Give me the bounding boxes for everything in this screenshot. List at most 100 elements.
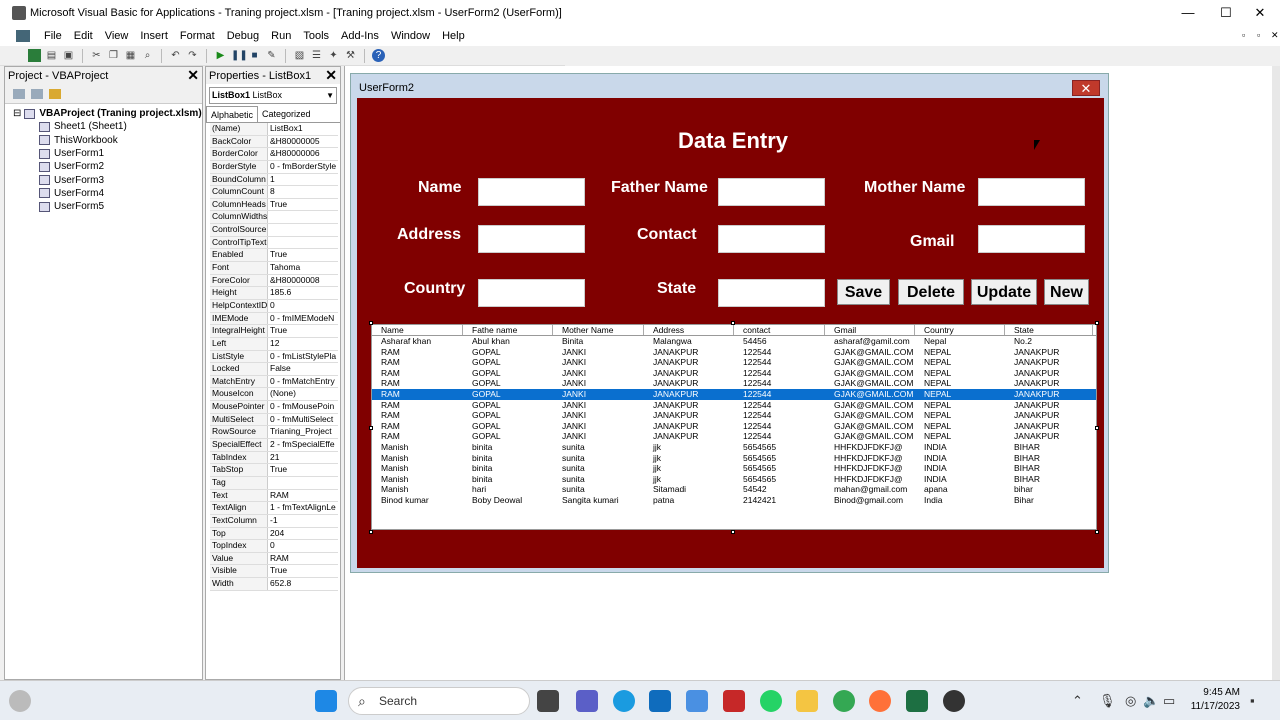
teams-icon[interactable] bbox=[576, 690, 598, 712]
state-field[interactable] bbox=[718, 279, 825, 307]
list-row[interactable]: RAM GOPAL JANKI JANAKPUR 122544 GJAK@GMAIL.CO… bbox=[372, 388, 1096, 400]
find-icon[interactable]: ⌕ bbox=[141, 49, 154, 62]
menu-run[interactable]: Run bbox=[265, 30, 297, 42]
property-value[interactable]: (None) bbox=[268, 388, 338, 400]
update-button[interactable]: Update bbox=[971, 279, 1037, 305]
tree-item[interactable]: UserForm1 bbox=[13, 147, 202, 160]
start-icon[interactable] bbox=[315, 690, 337, 712]
project-explorer-close-icon[interactable]: ✕ bbox=[187, 67, 199, 84]
property-value[interactable]: RAM bbox=[268, 553, 338, 565]
app-icon[interactable] bbox=[686, 690, 708, 712]
toolbox-icon[interactable]: ⚒ bbox=[344, 49, 357, 62]
microphone-icon[interactable]: 🎙 bbox=[1099, 693, 1116, 709]
property-row[interactable]: Width 652.8 bbox=[210, 578, 338, 591]
property-row[interactable]: Top 204 bbox=[210, 527, 338, 541]
excel-view-icon[interactable] bbox=[28, 49, 41, 62]
property-value[interactable]: 0 bbox=[268, 300, 338, 312]
list-row[interactable]: Manish binita sunita jjk 5654565 HHFKDJFDKFJ@… bbox=[372, 474, 1096, 485]
contact-field[interactable] bbox=[718, 225, 825, 253]
property-value[interactable]: True bbox=[268, 325, 338, 337]
property-row[interactable]: ControlSource bbox=[210, 224, 338, 237]
close-button[interactable]: ✕ bbox=[1240, 0, 1280, 26]
resize-handle[interactable] bbox=[369, 426, 373, 430]
property-row[interactable]: Enabled True bbox=[210, 249, 338, 263]
property-row[interactable]: TabIndex 21 bbox=[210, 451, 338, 465]
chevron-down-icon[interactable]: ▼ bbox=[326, 88, 334, 103]
property-row[interactable]: Visible True bbox=[210, 565, 338, 579]
paste-icon[interactable]: ▦ bbox=[124, 49, 137, 62]
run-icon[interactable]: ▶ bbox=[214, 49, 227, 62]
property-row[interactable]: (Name) ListBox1 bbox=[210, 123, 338, 136]
property-row[interactable]: ColumnHeads True bbox=[210, 198, 338, 212]
property-value[interactable] bbox=[268, 237, 338, 249]
clock[interactable]: 9:45 AM 11/17/2023 bbox=[1191, 686, 1240, 714]
edge-icon[interactable] bbox=[613, 690, 635, 712]
property-value[interactable]: ListBox1 bbox=[268, 123, 338, 135]
menu-tools[interactable]: Tools bbox=[297, 30, 335, 42]
tree-item[interactable]: UserForm2 bbox=[13, 160, 202, 173]
list-row[interactable]: RAM GOPAL JANKI JANAKPUR 122544 GJAK@GMAIL.CO… bbox=[372, 421, 1096, 432]
property-row[interactable]: BorderStyle 0 - fmBorderStyle bbox=[210, 160, 338, 174]
property-value[interactable]: 204 bbox=[268, 528, 338, 540]
resize-handle[interactable] bbox=[369, 530, 373, 534]
userform-close-button[interactable]: ✕ bbox=[1072, 80, 1100, 96]
property-value[interactable]: 0 - fmListStylePla bbox=[268, 351, 338, 363]
new-button[interactable]: New bbox=[1044, 279, 1089, 305]
property-value[interactable]: &H80000006 bbox=[268, 148, 338, 160]
mdi-minimize-icon[interactable]: ▫ bbox=[1242, 30, 1245, 40]
data-listbox[interactable]: Name Fathe name Mother Name Address contact G… bbox=[371, 324, 1097, 530]
property-value[interactable]: 8 bbox=[268, 186, 338, 198]
resize-handle[interactable] bbox=[731, 530, 735, 534]
property-value[interactable]: 1 bbox=[268, 174, 338, 186]
view-object-icon[interactable] bbox=[31, 88, 43, 99]
widgets-icon[interactable] bbox=[9, 690, 31, 712]
property-row[interactable]: BorderColor &H80000006 bbox=[210, 148, 338, 161]
property-value[interactable]: True bbox=[268, 565, 338, 577]
property-value[interactable]: 0 - fmBorderStyle bbox=[268, 161, 338, 173]
mother-name-field[interactable] bbox=[978, 178, 1085, 206]
tree-item[interactable]: ThisWorkbook bbox=[13, 134, 202, 147]
list-row[interactable]: Binod kumar Boby Deowal Sangita kumari patn… bbox=[372, 495, 1096, 506]
address-field[interactable] bbox=[478, 225, 585, 253]
property-row[interactable]: ControlTipText bbox=[210, 236, 338, 250]
tree-item[interactable]: UserForm4 bbox=[13, 187, 202, 200]
delete-button[interactable]: Delete bbox=[898, 279, 964, 305]
gmail-field[interactable] bbox=[978, 225, 1085, 253]
object-browser-icon[interactable]: ✦ bbox=[327, 49, 340, 62]
property-value[interactable]: -1 bbox=[268, 515, 338, 527]
property-row[interactable]: Left 12 bbox=[210, 337, 338, 351]
tab-categorized[interactable]: Categorized bbox=[258, 106, 315, 122]
redo-icon[interactable]: ↷ bbox=[186, 49, 199, 62]
property-value[interactable]: True bbox=[268, 249, 338, 261]
undo-icon[interactable]: ↶ bbox=[169, 49, 182, 62]
list-row[interactable]: RAM GOPAL JANKI JANAKPUR 122544 GJAK@GMAIL.CO… bbox=[372, 378, 1096, 389]
property-value[interactable]: &H80000005 bbox=[268, 136, 338, 148]
menu-format[interactable]: Format bbox=[174, 30, 221, 42]
tree-item[interactable]: UserForm5 bbox=[13, 200, 202, 213]
property-row[interactable]: Height 185.6 bbox=[210, 287, 338, 300]
language-icon[interactable]: ◎ bbox=[1125, 693, 1136, 709]
property-value[interactable]: 185.6 bbox=[268, 287, 338, 299]
father-name-field[interactable] bbox=[718, 178, 825, 206]
notification-icon[interactable]: ▪ bbox=[1250, 693, 1255, 708]
property-row[interactable]: ColumnWidths bbox=[210, 211, 338, 225]
property-row[interactable]: Locked False bbox=[210, 363, 338, 376]
design-mode-icon[interactable]: ✎ bbox=[265, 49, 278, 62]
property-value[interactable] bbox=[268, 211, 338, 223]
property-value[interactable]: Trianing_Project bbox=[268, 426, 338, 438]
property-row[interactable]: MousePointer 0 - fmMousePoin bbox=[210, 401, 338, 414]
property-value[interactable] bbox=[268, 477, 338, 489]
property-value[interactable] bbox=[268, 224, 338, 236]
store-icon[interactable] bbox=[649, 690, 671, 712]
resize-handle[interactable] bbox=[1095, 530, 1099, 534]
property-row[interactable]: SpecialEffect 2 - fmSpecialEffe bbox=[210, 439, 338, 452]
properties-close-icon[interactable]: ✕ bbox=[325, 67, 337, 84]
mdi-close-icon[interactable]: ✕ bbox=[1271, 30, 1279, 41]
property-value[interactable]: Tahoma bbox=[268, 262, 338, 274]
mcafee-icon[interactable] bbox=[723, 690, 745, 712]
property-row[interactable]: RowSource Trianing_Project bbox=[210, 426, 338, 440]
list-row[interactable]: RAM GOPAL JANKI JANAKPUR 122544 GJAK@GMAIL.CO… bbox=[372, 400, 1096, 411]
tab-alphabetic[interactable]: Alphabetic bbox=[206, 106, 259, 122]
expand-icon[interactable]: ⊟ bbox=[13, 108, 21, 119]
menu-window[interactable]: Window bbox=[385, 30, 436, 42]
